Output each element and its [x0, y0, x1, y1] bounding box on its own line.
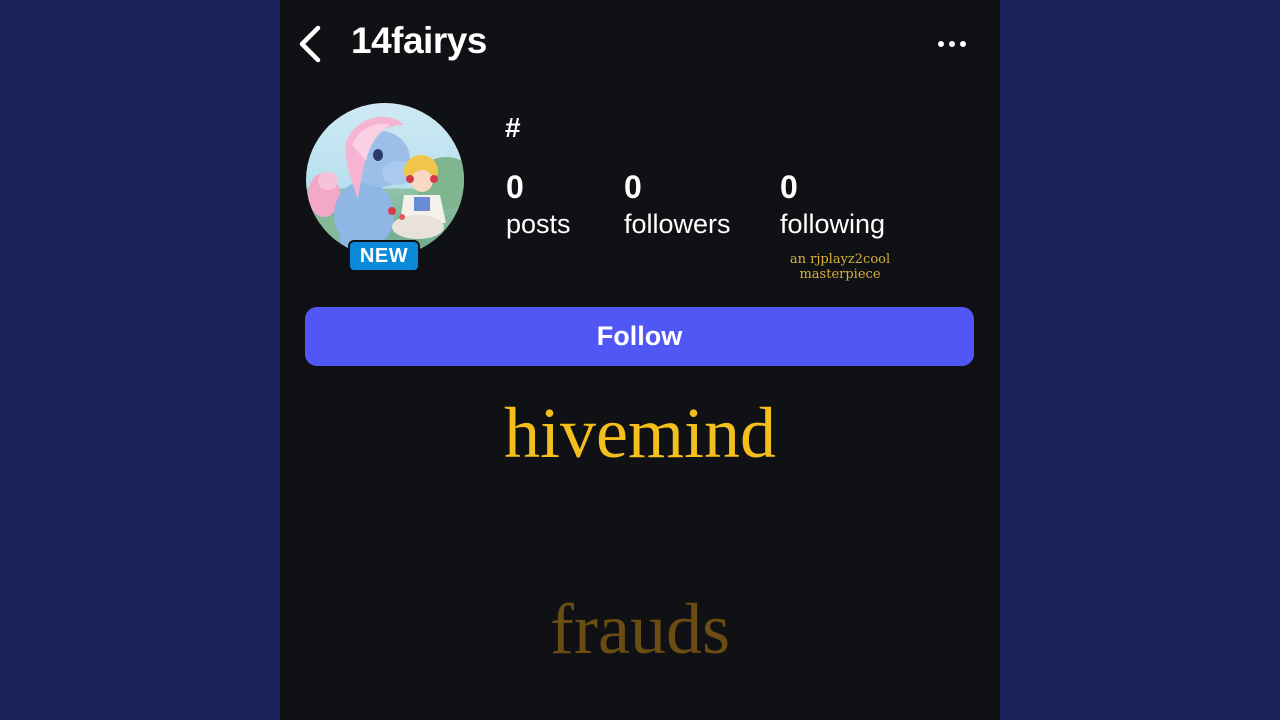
stat-posts-label: posts — [506, 209, 571, 239]
stat-followers-label: followers — [624, 209, 731, 239]
stat-followers[interactable]: 0 followers — [624, 168, 731, 242]
caption-frauds: frauds — [550, 589, 730, 669]
stat-following-count: 0 — [780, 169, 798, 205]
profile-screen: 14fairys NEW # 0 posts 0 followers 0 fol… — [280, 0, 1000, 720]
back-button[interactable] — [290, 18, 330, 70]
profile-username: 14fairys — [351, 20, 487, 61]
stat-posts[interactable]: 0 posts — [506, 168, 571, 242]
watermark-text: an rjplayz2cool masterpiece — [778, 252, 902, 282]
stat-followers-count: 0 — [624, 169, 642, 205]
display-name: # — [505, 112, 521, 143]
chevron-left-icon — [299, 25, 321, 63]
more-horizontal-icon — [938, 41, 944, 47]
watermark-line-2: masterpiece — [799, 267, 881, 282]
stat-following-label: following — [780, 209, 886, 239]
follow-button[interactable]: Follow — [305, 307, 974, 366]
avatar-image — [306, 103, 464, 257]
avatar[interactable] — [306, 103, 464, 257]
new-badge: NEW — [348, 240, 420, 272]
stat-following[interactable]: 0 following — [780, 168, 885, 242]
caption-hivemind: hivemind — [504, 393, 776, 473]
stat-posts-count: 0 — [506, 169, 524, 205]
watermark-line-1: an rjplayz2cool — [789, 252, 891, 267]
more-options-button[interactable] — [928, 30, 976, 58]
